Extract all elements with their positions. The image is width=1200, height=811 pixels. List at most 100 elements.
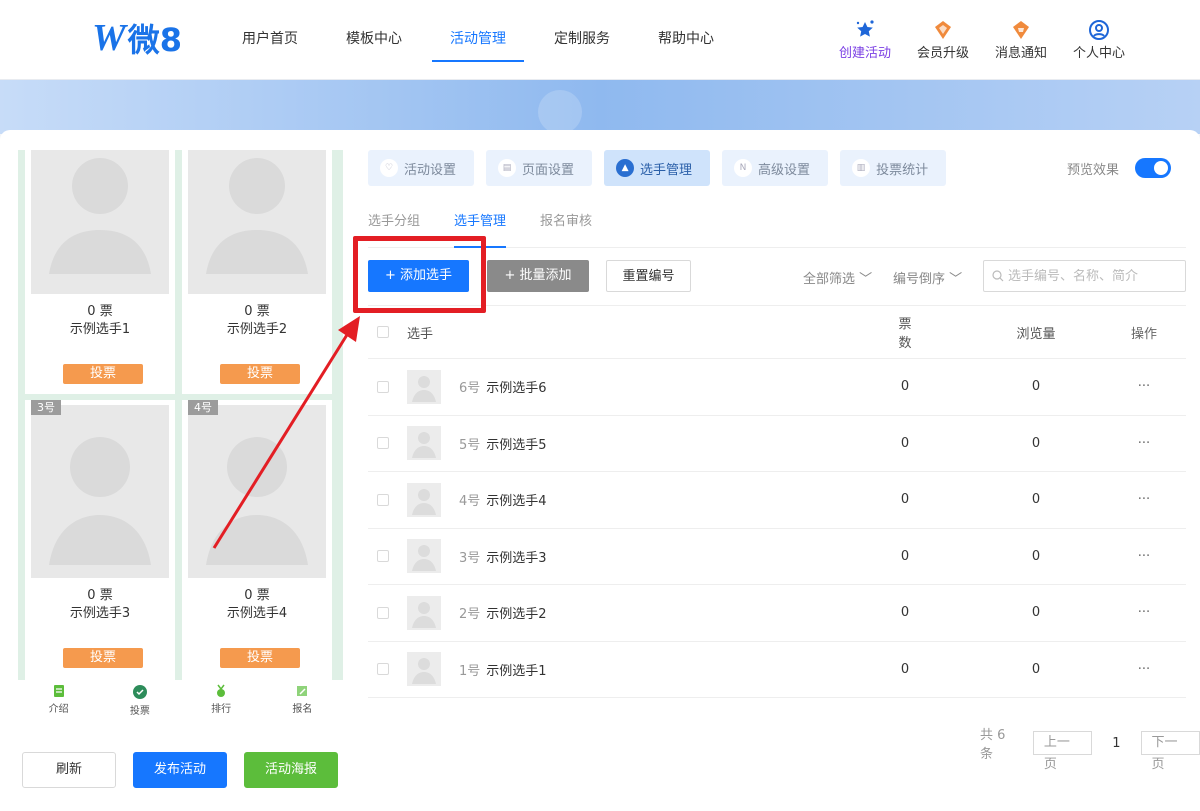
player-name: 示例选手5 bbox=[486, 437, 547, 453]
contestant-card: 0 票 示例选手1 投票 bbox=[25, 150, 175, 394]
refresh-button[interactable]: 刷新 bbox=[22, 752, 116, 788]
row-checkbox[interactable] bbox=[377, 663, 389, 676]
player-table: 选手 票数 浏览量 操作 6号 示例选手6 0 0 ··· 5号 示例选手5 0 0 ··· 4号示… bbox=[368, 305, 1186, 698]
player-views: 0 bbox=[1031, 379, 1041, 395]
more-options-icon[interactable]: ··· bbox=[1128, 662, 1160, 677]
player-number: 3号 bbox=[459, 550, 481, 566]
header-views: 浏览量 bbox=[1016, 326, 1056, 342]
header-tools: 创建活动 会员升级 消息通知 个人中心 bbox=[826, 16, 1138, 61]
vote-icon bbox=[132, 685, 147, 699]
more-options-icon[interactable]: ··· bbox=[1128, 549, 1160, 564]
tab-label: 活动设置 bbox=[404, 162, 457, 178]
card-votes: 0 票 bbox=[87, 588, 113, 603]
table-row: 6号 示例选手6 0 0 ··· bbox=[368, 359, 1186, 416]
avatar-placeholder bbox=[188, 150, 326, 294]
tab-page-settings[interactable]: ▤ 页面设置 bbox=[486, 150, 593, 186]
header-ops: 操作 bbox=[1130, 326, 1157, 342]
row-checkbox[interactable] bbox=[377, 493, 389, 506]
create-activity-label: 创建活动 bbox=[838, 46, 891, 61]
search-box bbox=[983, 260, 1186, 292]
current-page[interactable]: 1 bbox=[1112, 736, 1120, 751]
player-number: 2号 bbox=[459, 607, 481, 623]
member-upgrade-button[interactable]: 会员升级 bbox=[904, 16, 982, 61]
player-views: 0 bbox=[1031, 435, 1041, 451]
settings-tabs: ♡ 活动设置 ▤ 页面设置 ▲ 选手管理 N 高级设置 ▥ 投票统计 bbox=[368, 150, 958, 186]
header-banner bbox=[0, 80, 1200, 134]
vote-button[interactable]: 投票 bbox=[63, 648, 143, 668]
sort-dropdown[interactable]: 编号倒序 ﹀ bbox=[893, 268, 962, 287]
table-row: 2号 示例选手2 0 0 ··· bbox=[368, 585, 1186, 642]
contestant-card: 3号 0 票 示例选手3 投票 bbox=[25, 400, 175, 680]
player-name: 示例选手6 bbox=[486, 381, 547, 397]
tab-activity-settings[interactable]: ♡ 活动设置 bbox=[368, 150, 475, 186]
row-checkbox[interactable] bbox=[377, 606, 389, 619]
avatar-placeholder bbox=[31, 150, 169, 294]
nav-custom-service[interactable]: 定制服务 bbox=[554, 0, 610, 62]
logo[interactable]: W 微8 bbox=[92, 16, 182, 60]
publish-activity-button[interactable]: 发布活动 bbox=[133, 752, 227, 788]
player-name: 示例选手4 bbox=[486, 494, 547, 510]
pager-total: 共 6 条 bbox=[980, 728, 1006, 762]
chart-icon: ▥ bbox=[852, 159, 871, 177]
nav-template-center[interactable]: 模板中心 bbox=[346, 0, 402, 62]
card-number-badge: 3号 bbox=[31, 400, 61, 415]
filter-all-dropdown[interactable]: 全部筛选 ﹀ bbox=[803, 268, 872, 287]
avatar-placeholder bbox=[31, 405, 169, 578]
top-header: W 微8 用户首页 模板中心 活动管理 定制服务 帮助中心 创建活动 会员升级 … bbox=[0, 0, 1200, 80]
more-options-icon[interactable]: ··· bbox=[1128, 436, 1160, 451]
player-votes: 0 bbox=[900, 548, 910, 564]
tab-player-management[interactable]: ▲ 选手管理 bbox=[604, 150, 711, 186]
tab-vote-statistics[interactable]: ▥ 投票统计 bbox=[840, 150, 947, 186]
player-votes: 0 bbox=[900, 661, 910, 677]
more-options-icon[interactable]: ··· bbox=[1128, 379, 1160, 394]
nav-help-center[interactable]: 帮助中心 bbox=[658, 0, 714, 62]
row-checkbox[interactable] bbox=[377, 550, 389, 563]
row-checkbox[interactable] bbox=[377, 380, 389, 393]
edit-icon bbox=[297, 686, 308, 696]
shield-icon: ♡ bbox=[380, 159, 398, 177]
player-cell: 4号 示例选手4 bbox=[389, 482, 859, 517]
prev-page-button[interactable]: 上一页 bbox=[1032, 731, 1093, 772]
tab-advanced-settings[interactable]: N 高级设置 bbox=[722, 150, 829, 186]
mobile-nav-ranking[interactable]: 排行 bbox=[181, 680, 262, 722]
card-votes: 0 票 bbox=[244, 304, 270, 319]
mobile-nav-label: 投票 bbox=[129, 706, 150, 717]
page-icon: ▤ bbox=[498, 159, 517, 177]
personal-center-button[interactable]: 个人中心 bbox=[1060, 16, 1138, 61]
mobile-nav-signup[interactable]: 报名 bbox=[262, 680, 343, 722]
reset-numbering-button[interactable]: 重置编号 bbox=[606, 260, 691, 292]
next-page-button[interactable]: 下一页 bbox=[1140, 731, 1200, 772]
row-checkbox[interactable] bbox=[377, 437, 389, 450]
select-all-checkbox[interactable] bbox=[377, 326, 389, 338]
player-avatar bbox=[407, 595, 441, 630]
player-cell: 1号 示例选手1 bbox=[389, 652, 859, 687]
nav-activity-management[interactable]: 活动管理 bbox=[432, 0, 524, 62]
header-player: 选手 bbox=[407, 326, 434, 342]
subtab-signup-review[interactable]: 报名审核 bbox=[540, 212, 592, 248]
header-votes: 票数 bbox=[898, 317, 912, 351]
activity-poster-button[interactable]: 活动海报 bbox=[244, 752, 338, 788]
table-row: 1号 示例选手1 0 0 ··· bbox=[368, 642, 1186, 698]
more-options-icon[interactable]: ··· bbox=[1128, 605, 1160, 620]
mobile-nav-vote[interactable]: 投票 bbox=[99, 680, 180, 722]
card-name: 示例选手1 bbox=[69, 322, 131, 337]
logo-text: 微8 bbox=[127, 21, 183, 59]
member-badge-icon bbox=[904, 16, 982, 42]
bell-badge-icon bbox=[982, 16, 1060, 42]
more-options-icon[interactable]: ··· bbox=[1128, 492, 1160, 507]
contestant-card: 4号 0 票 示例选手4 投票 bbox=[182, 400, 332, 680]
vote-button[interactable]: 投票 bbox=[220, 364, 300, 384]
mobile-nav-intro[interactable]: 介绍 bbox=[18, 680, 99, 722]
search-input[interactable] bbox=[1008, 268, 1178, 284]
nav-user-home[interactable]: 用户首页 bbox=[242, 0, 298, 62]
vote-button[interactable]: 投票 bbox=[63, 364, 143, 384]
create-activity-button[interactable]: 创建活动 bbox=[826, 16, 904, 61]
card-name: 示例选手2 bbox=[226, 322, 288, 337]
vote-button[interactable]: 投票 bbox=[220, 648, 300, 668]
preview-switch[interactable] bbox=[1135, 158, 1172, 178]
notifications-button[interactable]: 消息通知 bbox=[982, 16, 1060, 61]
batch-add-button[interactable]: + 批量添加 bbox=[487, 260, 589, 292]
sub-tabs: 选手分组 选手管理 报名审核 bbox=[368, 212, 1186, 248]
chevron-down-icon: ﹀ bbox=[949, 272, 963, 287]
mobile-nav-label: 排行 bbox=[211, 704, 232, 715]
